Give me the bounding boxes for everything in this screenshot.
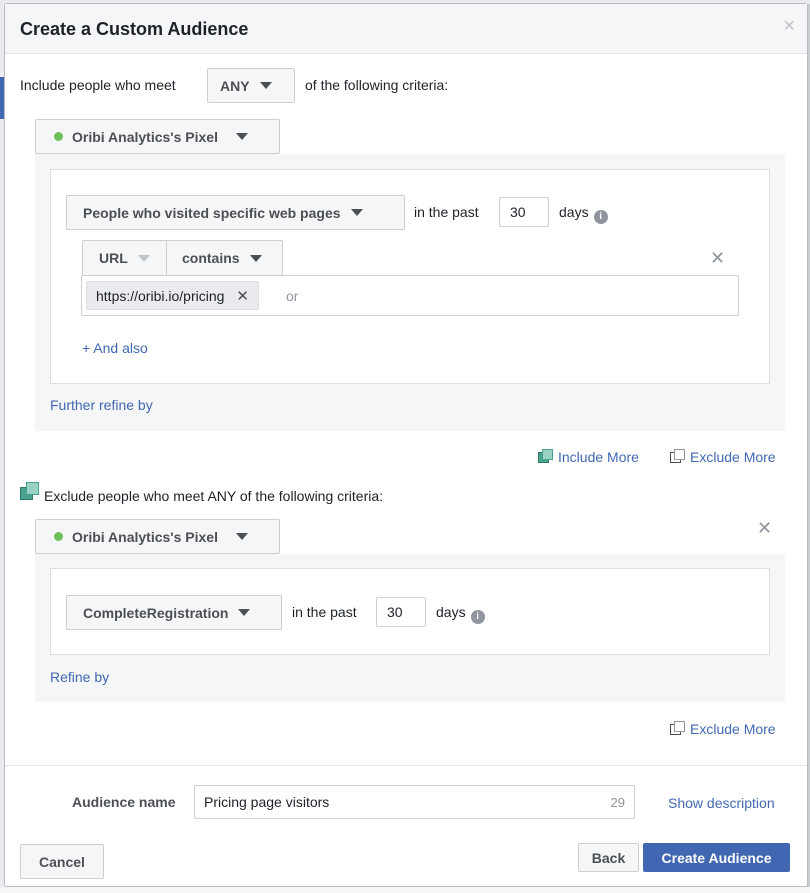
chevron-down-icon <box>137 254 150 262</box>
exclude-days-label: days <box>436 604 466 620</box>
exclude-more-label: Exclude More <box>690 449 776 465</box>
char-count: 29 <box>610 794 625 810</box>
exclude-more-button-2[interactable]: Exclude More <box>670 721 776 737</box>
dialog-header: Create a Custom Audience × <box>5 4 807 54</box>
include-more-label: Include More <box>558 449 639 465</box>
exclude-section-icon <box>20 482 39 501</box>
audience-name-label: Audience name <box>72 794 176 810</box>
info-icon[interactable]: i <box>593 210 608 224</box>
chevron-down-icon <box>235 533 248 540</box>
exclude-more-button[interactable]: Exclude More <box>670 449 776 465</box>
exclude-in-the-past-label: in the past <box>292 604 357 620</box>
operator-label: contains <box>182 250 240 266</box>
pixel-status-dot <box>54 532 63 541</box>
event-label: CompleteRegistration <box>83 604 229 621</box>
include-days-label: days <box>559 204 589 220</box>
audience-name-value: Pricing page visitors <box>204 794 330 810</box>
include-more-icon <box>538 449 553 464</box>
exclude-label: Exclude people who meet ANY of the follo… <box>44 488 384 504</box>
chevron-down-icon <box>238 609 251 616</box>
exclude-header: Exclude people who meet ANY of the follo… <box>20 482 384 504</box>
url-tag-label: https://oribi.io/pricing <box>96 287 225 304</box>
close-icon[interactable]: × <box>783 16 795 36</box>
include-days-label-wrap: days i <box>559 204 608 224</box>
dialog-title: Create a Custom Audience <box>20 19 249 39</box>
include-pixel-label: Oribi Analytics's Pixel <box>72 128 218 145</box>
chevron-down-icon <box>350 209 363 216</box>
url-field-label: URL <box>99 250 128 266</box>
cancel-button[interactable]: Cancel <box>20 844 104 879</box>
exclude-more-icon <box>670 449 685 464</box>
include-days-input[interactable]: 30 <box>499 197 549 227</box>
create-audience-button[interactable]: Create Audience <box>643 843 790 872</box>
refine-by-link[interactable]: Refine by <box>50 669 109 685</box>
show-description-link[interactable]: Show description <box>668 795 775 811</box>
include-in-the-past-label: in the past <box>414 204 479 220</box>
exclude-pixel-label: Oribi Analytics's Pixel <box>72 528 218 545</box>
further-refine-link[interactable]: Further refine by <box>50 397 153 413</box>
create-custom-audience-dialog: Create a Custom Audience × Include peopl… <box>4 3 808 887</box>
exclude-days-label-wrap: days i <box>436 604 485 624</box>
remove-exclude-icon[interactable]: ✕ <box>757 518 772 538</box>
url-tag: https://oribi.io/pricing ✕ <box>86 281 259 310</box>
include-pixel-dropdown[interactable]: Oribi Analytics's Pixel <box>35 119 280 154</box>
visit-rule-label: People who visited specific web pages <box>83 204 341 221</box>
chevron-down-icon <box>249 254 262 262</box>
info-icon[interactable]: i <box>470 610 485 624</box>
include-suffix-label: of the following criteria: <box>305 77 449 93</box>
url-input-placeholder: or <box>286 288 299 304</box>
exclude-days-input[interactable]: 30 <box>376 597 426 627</box>
chevron-down-icon <box>259 82 272 89</box>
event-dropdown[interactable]: CompleteRegistration <box>66 595 282 630</box>
operator-dropdown[interactable]: contains <box>166 240 283 276</box>
match-any-value: ANY <box>220 77 250 94</box>
and-also-link[interactable]: + And also <box>82 340 148 356</box>
pixel-status-dot <box>54 132 63 141</box>
visit-rule-dropdown[interactable]: People who visited specific web pages <box>66 195 405 230</box>
background-page-bottom <box>0 887 810 893</box>
remove-rule-icon[interactable]: ✕ <box>710 248 725 268</box>
tag-remove-icon[interactable]: ✕ <box>236 287 249 305</box>
exclude-more-icon <box>670 721 685 736</box>
include-more-button[interactable]: Include More <box>538 449 639 465</box>
back-button[interactable]: Back <box>578 843 639 872</box>
exclude-more-label-2: Exclude More <box>690 721 776 737</box>
match-any-dropdown[interactable]: ANY <box>207 68 295 103</box>
exclude-pixel-dropdown[interactable]: Oribi Analytics's Pixel <box>35 519 280 554</box>
include-prefix-label: Include people who meet <box>20 77 176 93</box>
url-field-dropdown[interactable]: URL <box>82 240 167 276</box>
audience-name-input[interactable]: Pricing page visitors 29 <box>194 785 635 819</box>
footer-divider <box>5 765 807 766</box>
chevron-down-icon <box>235 133 248 140</box>
